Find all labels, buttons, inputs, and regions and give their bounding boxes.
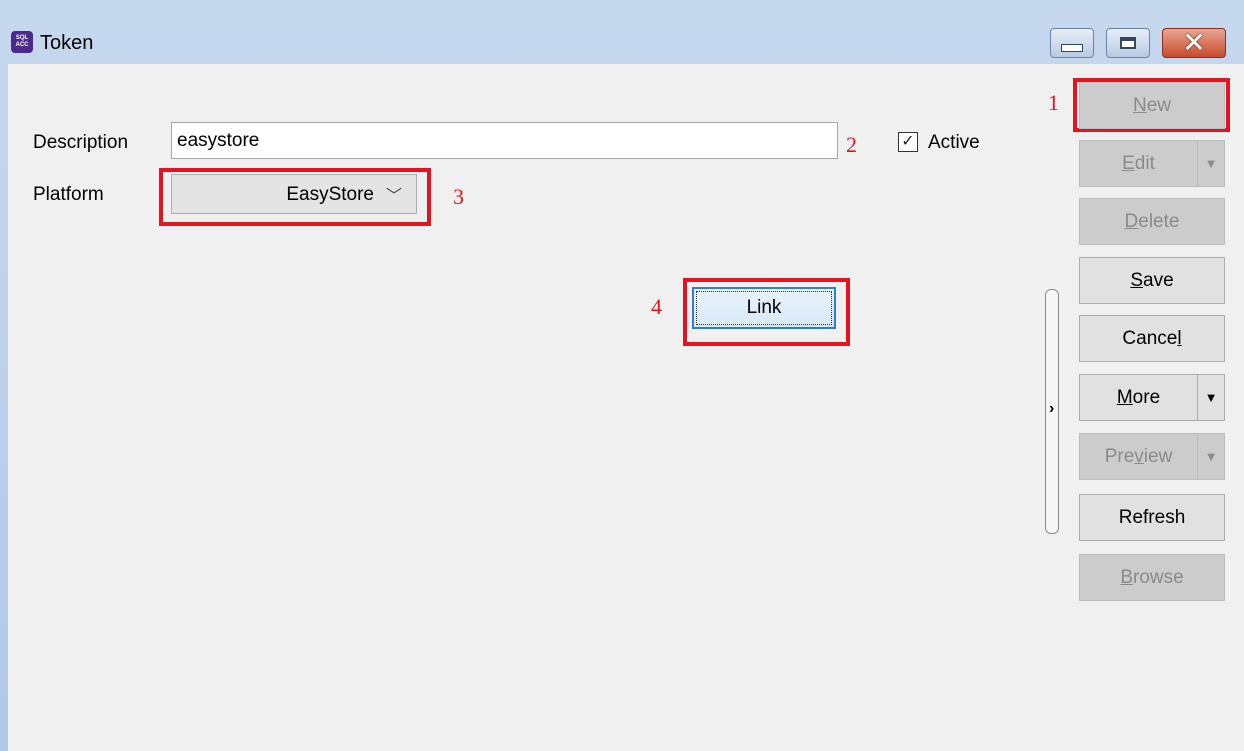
app-icon-text: SQL ACC: [15, 35, 29, 48]
window-title: Token: [40, 32, 94, 54]
more-accelerator: M: [1116, 387, 1133, 408]
more-button[interactable]: More ▼: [1079, 374, 1225, 421]
refresh-button[interactable]: Refresh: [1079, 494, 1225, 541]
platform-select[interactable]: EasyStore ﹀: [171, 174, 417, 214]
new-accelerator: N: [1132, 95, 1147, 116]
save-accelerator: S: [1130, 270, 1144, 291]
minimize-icon: [1061, 44, 1083, 52]
description-label: Description: [33, 132, 129, 153]
annotation-number-4: 4: [651, 294, 662, 319]
browse-button[interactable]: Browse: [1079, 554, 1225, 601]
close-button[interactable]: ✕: [1162, 28, 1226, 58]
maximize-button[interactable]: [1106, 28, 1150, 58]
triangle-down-icon[interactable]: ▼: [1197, 141, 1224, 186]
cancel-accelerator: l: [1177, 328, 1182, 349]
checkmark-icon: ✓: [901, 133, 915, 150]
edit-button[interactable]: Edit ▼: [1079, 140, 1225, 187]
edit-accelerator: E: [1122, 153, 1135, 174]
annotation-number-3: 3: [453, 184, 464, 209]
token-window: SQL ACC Token ✕ Description easystore ✓ …: [0, 0, 1244, 751]
cancel-button[interactable]: Cancel: [1079, 315, 1225, 362]
annotation-number-1: 1: [1048, 90, 1059, 115]
panel-splitter[interactable]: ›: [1045, 289, 1059, 534]
active-checkbox[interactable]: ✓: [898, 132, 918, 152]
new-button[interactable]: New: [1079, 82, 1225, 129]
save-button[interactable]: Save: [1079, 257, 1225, 304]
triangle-down-icon[interactable]: ▼: [1197, 375, 1224, 420]
app-icon: SQL ACC: [11, 31, 33, 53]
annotation-number-2: 2: [846, 132, 857, 157]
delete-accelerator: D: [1124, 211, 1139, 232]
maximize-icon: [1120, 37, 1136, 49]
active-label[interactable]: Active: [928, 132, 980, 154]
delete-button[interactable]: Delete: [1079, 198, 1225, 245]
minimize-button[interactable]: [1050, 28, 1094, 58]
title-bar: SQL ACC Token ✕: [0, 0, 1244, 64]
chevron-down-icon: ﹀: [385, 188, 402, 205]
platform-selected-value: EasyStore: [286, 184, 374, 205]
browse-accelerator: B: [1120, 567, 1133, 588]
triangle-down-icon[interactable]: ▼: [1197, 434, 1224, 479]
preview-button[interactable]: Preview ▼: [1079, 433, 1225, 480]
preview-accelerator: v: [1134, 446, 1144, 467]
form-client-area: Description easystore ✓ Active Platform …: [8, 64, 1244, 751]
chevron-right-icon: ›: [1049, 400, 1055, 417]
platform-label: Platform: [33, 184, 104, 205]
link-button[interactable]: Link: [692, 287, 836, 329]
close-icon: ✕: [1182, 27, 1206, 58]
description-input[interactable]: easystore: [171, 122, 838, 159]
